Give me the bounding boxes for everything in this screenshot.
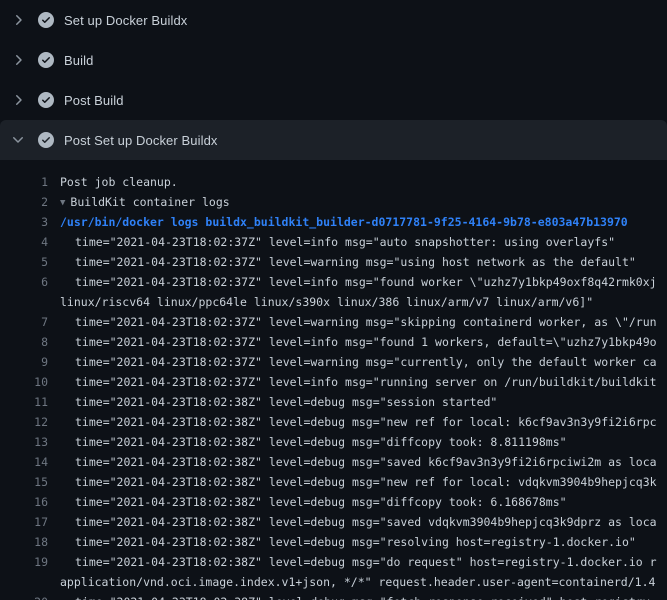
chevron-right-icon: [10, 12, 26, 28]
log-row: 4 time="2021-04-23T18:02:37Z" level=info…: [0, 232, 667, 252]
log-row: 16 time="2021-04-23T18:02:38Z" level=deb…: [0, 492, 667, 512]
log-row: 1 Post job cleanup.: [0, 172, 667, 192]
chevron-right-icon: [10, 92, 26, 108]
line-number[interactable]: 12: [0, 412, 48, 432]
line-number[interactable]: 7: [0, 312, 48, 332]
log-text: time="2021-04-23T18:02:38Z" level=debug …: [60, 532, 667, 552]
log-text: time="2021-04-23T18:02:37Z" level=warnin…: [60, 252, 667, 272]
line-number[interactable]: 20: [0, 592, 48, 600]
group-title[interactable]: BuildKit container logs: [70, 195, 229, 209]
step-header-set-up-docker-buildx[interactable]: Set up Docker Buildx: [0, 0, 667, 40]
log-text: time="2021-04-23T18:02:38Z" level=debug …: [60, 432, 667, 452]
log-text: time="2021-04-23T18:02:38Z" level=debug …: [60, 452, 667, 472]
check-circle-icon: [38, 132, 54, 148]
line-number[interactable]: 18: [0, 532, 48, 552]
log-row: 19 time="2021-04-23T18:02:38Z" level=deb…: [0, 552, 667, 572]
line-number[interactable]: 4: [0, 232, 48, 252]
line-number[interactable]: 3: [0, 212, 48, 232]
line-number[interactable]: 6: [0, 272, 48, 292]
step-header-build[interactable]: Build: [0, 40, 667, 80]
log-row: 15 time="2021-04-23T18:02:38Z" level=deb…: [0, 472, 667, 492]
line-number[interactable]: 11: [0, 392, 48, 412]
line-number[interactable]: [0, 292, 48, 312]
log-text: time="2021-04-23T18:02:38Z" level=debug …: [60, 512, 667, 532]
log-row: linux/riscv64 linux/ppc64le linux/s390x …: [0, 292, 667, 312]
log-text: time="2021-04-23T18:02:37Z" level=info m…: [60, 232, 667, 252]
line-number[interactable]: 16: [0, 492, 48, 512]
log-area: 1 Post job cleanup. 2 ▼ BuildKit containe…: [0, 160, 667, 600]
line-number[interactable]: 17: [0, 512, 48, 532]
log-row: 17 time="2021-04-23T18:02:38Z" level=deb…: [0, 512, 667, 532]
line-number[interactable]: [0, 572, 48, 592]
log-text: time="2021-04-23T18:02:37Z" level=info m…: [60, 272, 667, 292]
line-number[interactable]: 10: [0, 372, 48, 392]
step-label: Post Build: [64, 93, 124, 108]
log-text: time="2021-04-23T18:02:38Z" level=debug …: [60, 552, 667, 572]
log-row: 12 time="2021-04-23T18:02:38Z" level=deb…: [0, 412, 667, 432]
line-number[interactable]: 1: [0, 172, 48, 192]
step-label: Post Set up Docker Buildx: [64, 133, 218, 148]
log-text: time="2021-04-23T18:02:37Z" level=info m…: [60, 332, 667, 352]
log-text: time="2021-04-23T18:02:38Z" level=debug …: [60, 472, 667, 492]
log-row: 2 ▼ BuildKit container logs: [0, 192, 667, 212]
log-text: time="2021-04-23T18:02:37Z" level=info m…: [60, 372, 667, 392]
actions-log-viewer: Set up Docker Buildx Build Post Build Po…: [0, 0, 667, 600]
log-text: ▼ BuildKit container logs: [60, 192, 667, 212]
log-text: time="2021-04-23T18:02:38Z" level=debug …: [60, 392, 667, 412]
step-label: Build: [64, 53, 93, 68]
log-text: time="2021-04-23T18:02:37Z" level=warnin…: [60, 312, 667, 332]
log-row: 7 time="2021-04-23T18:02:37Z" level=warn…: [0, 312, 667, 332]
step-header-post-build[interactable]: Post Build: [0, 80, 667, 120]
log-row: 3 /usr/bin/docker logs buildx_buildkit_b…: [0, 212, 667, 232]
step-label: Set up Docker Buildx: [64, 13, 187, 28]
log-row: 5 time="2021-04-23T18:02:37Z" level=warn…: [0, 252, 667, 272]
log-text: time="2021-04-23T18:02:38Z" level=debug …: [60, 592, 667, 600]
line-number[interactable]: 8: [0, 332, 48, 352]
log-text: time="2021-04-23T18:02:38Z" level=debug …: [60, 492, 667, 512]
chevron-down-icon: [10, 132, 26, 148]
log-row: 10 time="2021-04-23T18:02:37Z" level=inf…: [0, 372, 667, 392]
check-circle-icon: [38, 92, 54, 108]
command-text: /usr/bin/docker logs buildx_buildkit_bui…: [60, 215, 628, 229]
line-number[interactable]: 9: [0, 352, 48, 372]
log-text: /usr/bin/docker logs buildx_buildkit_bui…: [60, 212, 667, 232]
line-number[interactable]: 13: [0, 432, 48, 452]
line-number[interactable]: 5: [0, 252, 48, 272]
log-row: 14 time="2021-04-23T18:02:38Z" level=deb…: [0, 452, 667, 472]
log-text: application/vnd.oci.image.index.v1+json,…: [60, 572, 667, 592]
log-text: Post job cleanup.: [60, 172, 667, 192]
check-circle-icon: [38, 12, 54, 28]
step-header-post-set-up-docker-buildx[interactable]: Post Set up Docker Buildx: [0, 120, 667, 160]
line-number[interactable]: 2: [0, 192, 48, 212]
log-text: linux/riscv64 linux/ppc64le linux/s390x …: [60, 292, 667, 312]
log-row: 6 time="2021-04-23T18:02:37Z" level=info…: [0, 272, 667, 292]
group-expanded-triangle-icon[interactable]: ▼: [60, 193, 65, 212]
log-row: 18 time="2021-04-23T18:02:38Z" level=deb…: [0, 532, 667, 552]
line-number[interactable]: 15: [0, 472, 48, 492]
log-row: application/vnd.oci.image.index.v1+json,…: [0, 572, 667, 592]
log-row: 9 time="2021-04-23T18:02:37Z" level=warn…: [0, 352, 667, 372]
log-row: 13 time="2021-04-23T18:02:38Z" level=deb…: [0, 432, 667, 452]
log-row: 11 time="2021-04-23T18:02:38Z" level=deb…: [0, 392, 667, 412]
log-row: 20 time="2021-04-23T18:02:38Z" level=deb…: [0, 592, 667, 600]
check-circle-icon: [38, 52, 54, 68]
log-row: 8 time="2021-04-23T18:02:37Z" level=info…: [0, 332, 667, 352]
line-number[interactable]: 19: [0, 552, 48, 572]
log-text: time="2021-04-23T18:02:38Z" level=debug …: [60, 412, 667, 432]
line-number[interactable]: 14: [0, 452, 48, 472]
chevron-right-icon: [10, 52, 26, 68]
log-text: time="2021-04-23T18:02:37Z" level=warnin…: [60, 352, 667, 372]
step-list: Set up Docker Buildx Build Post Build Po…: [0, 0, 667, 160]
